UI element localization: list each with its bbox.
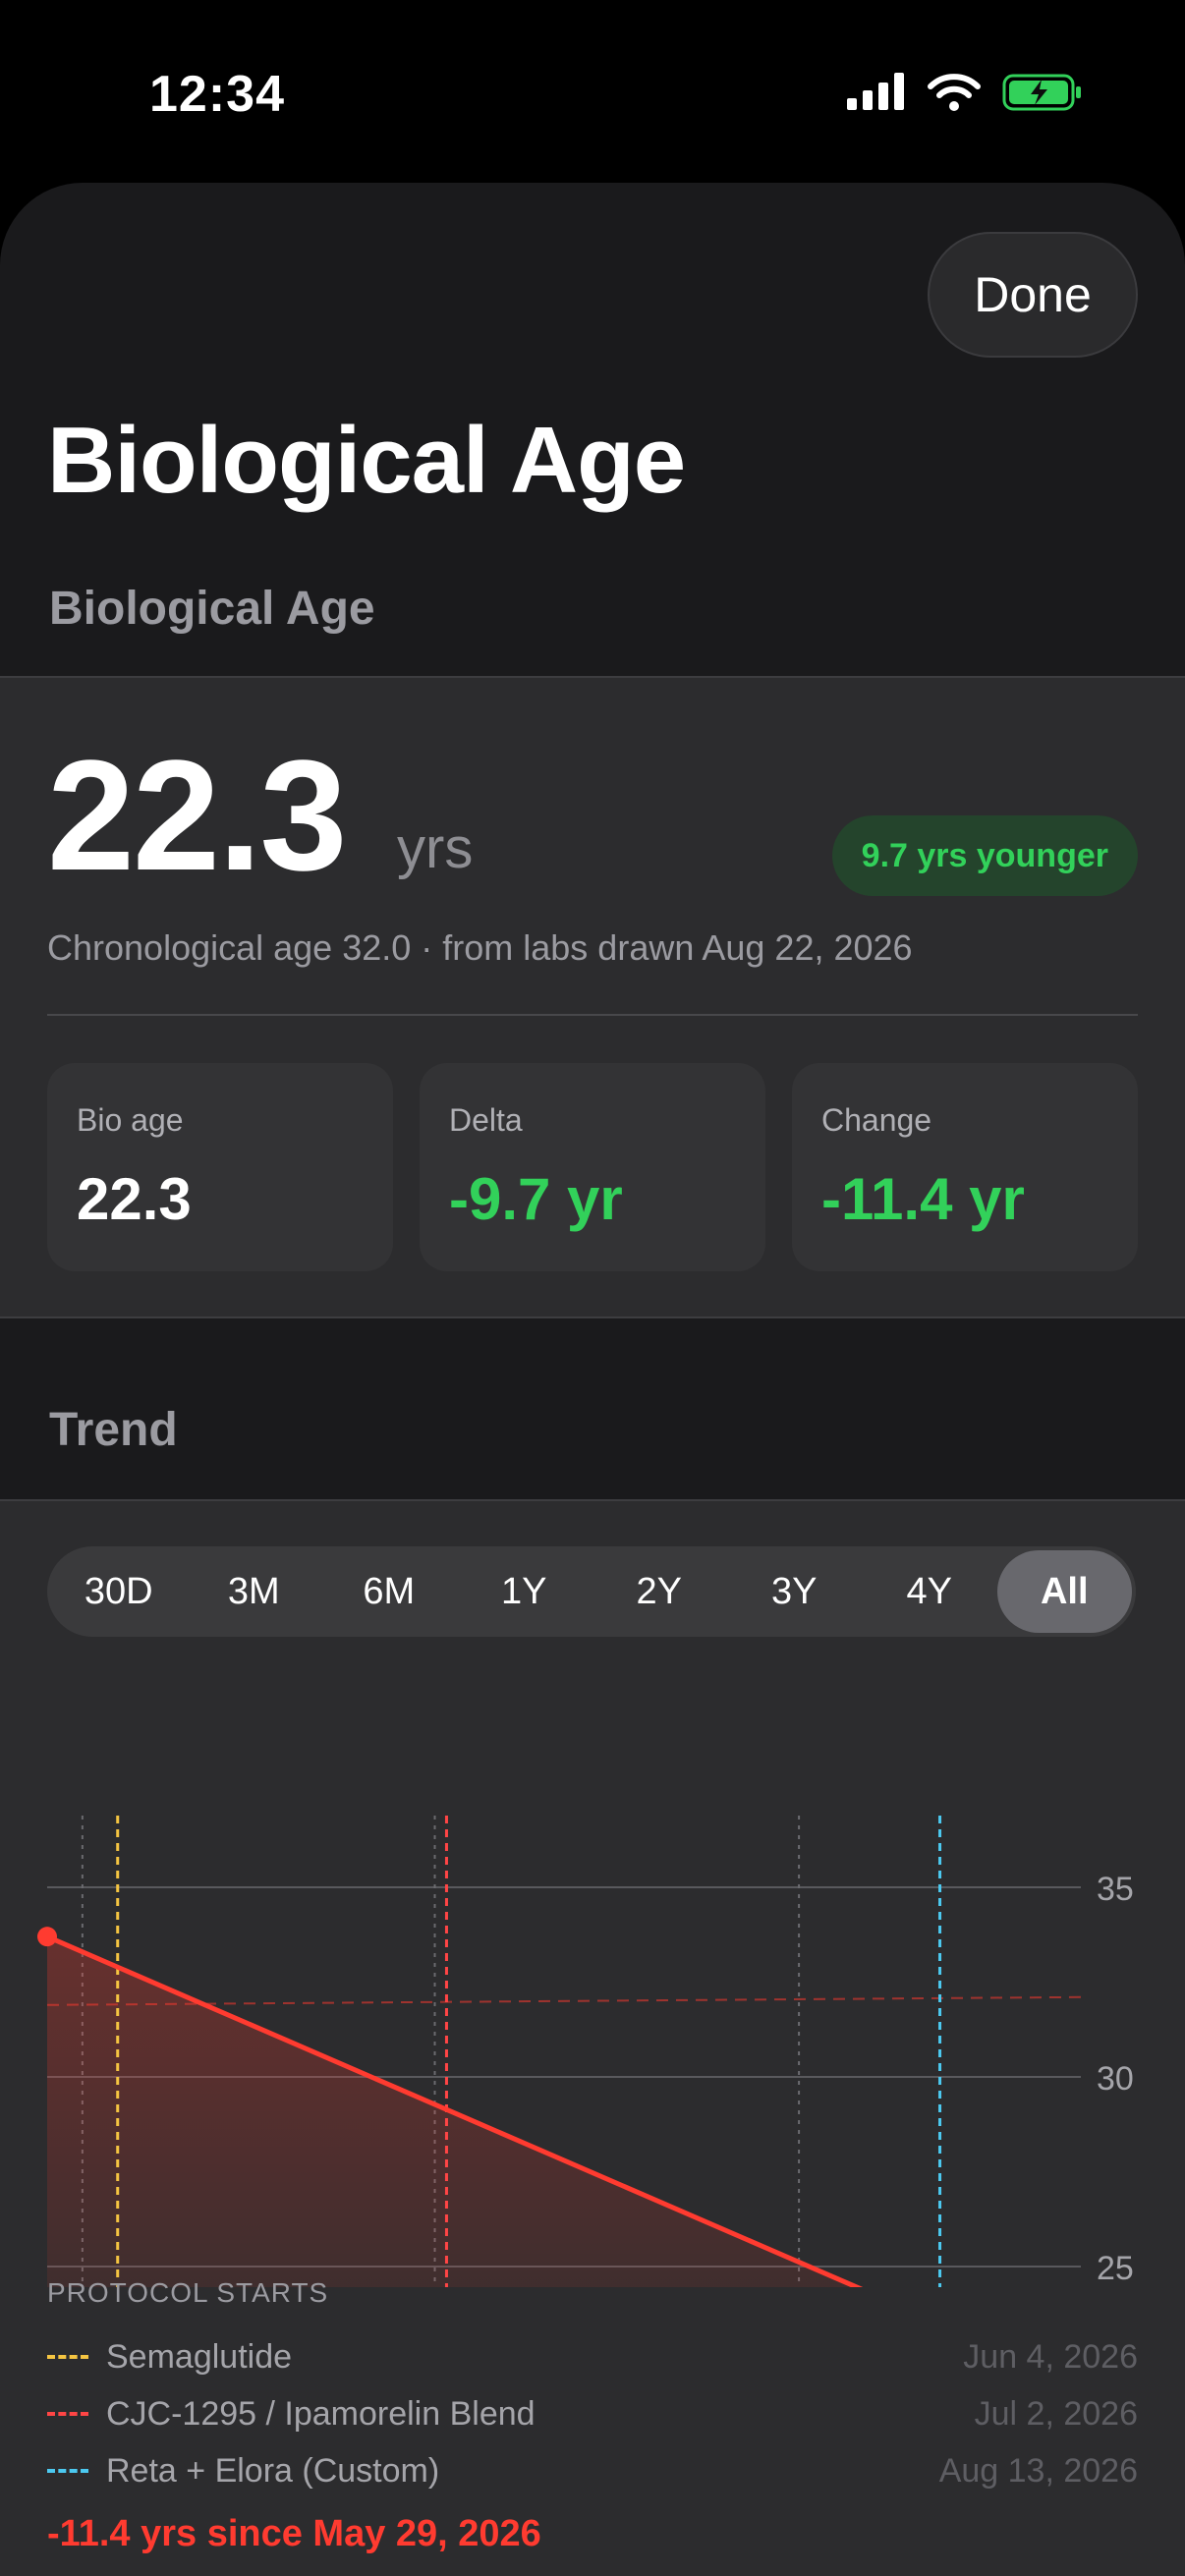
page-title: Biological Age [47, 408, 686, 513]
status-bar: 12:34 [0, 0, 1185, 187]
younger-badge: 9.7 yrs younger [831, 815, 1138, 896]
protocol-name: Semaglutide [106, 2337, 293, 2376]
battery-charging-icon [1002, 73, 1083, 117]
protocol-date: Jun 4, 2026 [963, 2337, 1138, 2376]
cellular-signal-icon [847, 73, 906, 117]
chronological-age-line: Chronological age 32.0 · from labs drawn… [47, 927, 913, 968]
range-option-1y[interactable]: 1Y [457, 1550, 592, 1633]
y-tick-label: 30 [1097, 2060, 1134, 2098]
tile-value: -11.4 yr [821, 1166, 1025, 1232]
delta-tile: Delta -9.7 yr [420, 1063, 765, 1271]
tile-label: Delta [449, 1102, 523, 1138]
range-option-30d[interactable]: 30D [51, 1550, 187, 1633]
trend-section-label: Trend [49, 1404, 178, 1456]
status-icons [847, 73, 1083, 117]
protocol-date: Jul 2, 2026 [974, 2394, 1138, 2433]
range-option-6m[interactable]: 6M [321, 1550, 457, 1633]
range-option-4y[interactable]: 4Y [862, 1550, 997, 1633]
protocol-legend-row: Reta + Elora (Custom) Aug 13, 2026 [47, 2446, 1138, 2495]
trend-card: 253035JunJulAug 30D 3M 6M 1Y 2Y 3Y 4Y Al… [0, 1499, 1185, 2576]
trend-area [47, 1936, 857, 2287]
tile-value: 22.3 [77, 1166, 192, 1232]
bio-age-unit: yrs [397, 816, 474, 880]
protocol-date: Aug 13, 2026 [938, 2451, 1138, 2490]
tile-value: -9.7 yr [449, 1166, 623, 1232]
protocol-name: CJC-1295 / Ipamorelin Blend [106, 2394, 536, 2433]
protocol-color-swatch [47, 2469, 88, 2473]
change-tile: Change -11.4 yr [792, 1063, 1138, 1271]
protocol-starts-title: PROTOCOL STARTS [47, 2277, 329, 2308]
divider [47, 1014, 1138, 1016]
bio-age-summary-card: 22.3 yrs 9.7 yrs younger Chronological a… [0, 676, 1185, 1318]
trend-start-point [37, 1927, 57, 1947]
done-button[interactable]: Done [928, 232, 1138, 358]
bio-age-sheet: Done Biological Age Biological Age 22.3 … [0, 183, 1185, 2576]
protocol-name: Reta + Elora (Custom) [106, 2451, 440, 2490]
protocol-legend-row: CJC-1295 / Ipamorelin Blend Jul 2, 2026 [47, 2389, 1138, 2438]
status-time: 12:34 [149, 66, 285, 123]
wifi-icon [928, 73, 981, 117]
time-range-selector: 30D 3M 6M 1Y 2Y 3Y 4Y All [47, 1546, 1136, 1637]
tile-label: Bio age [77, 1102, 184, 1138]
protocol-legend-row: Semaglutide Jun 4, 2026 [47, 2332, 1138, 2381]
tile-label: Change [821, 1102, 932, 1138]
range-option-all[interactable]: All [996, 1550, 1132, 1633]
trend-summary: -11.4 yrs since May 29, 2026 [47, 2513, 541, 2554]
range-option-3m[interactable]: 3M [187, 1550, 322, 1633]
y-tick-label: 35 [1097, 1871, 1134, 1908]
protocol-color-swatch [47, 2355, 88, 2359]
bio-age-value: 22.3 [47, 727, 347, 903]
y-tick-label: 25 [1097, 2250, 1134, 2287]
protocol-color-swatch [47, 2412, 88, 2416]
bio-age-tile: Bio age 22.3 [47, 1063, 393, 1271]
range-option-2y[interactable]: 2Y [592, 1550, 727, 1633]
range-option-3y[interactable]: 3Y [727, 1550, 863, 1633]
bio-age-section-label: Biological Age [49, 583, 375, 635]
